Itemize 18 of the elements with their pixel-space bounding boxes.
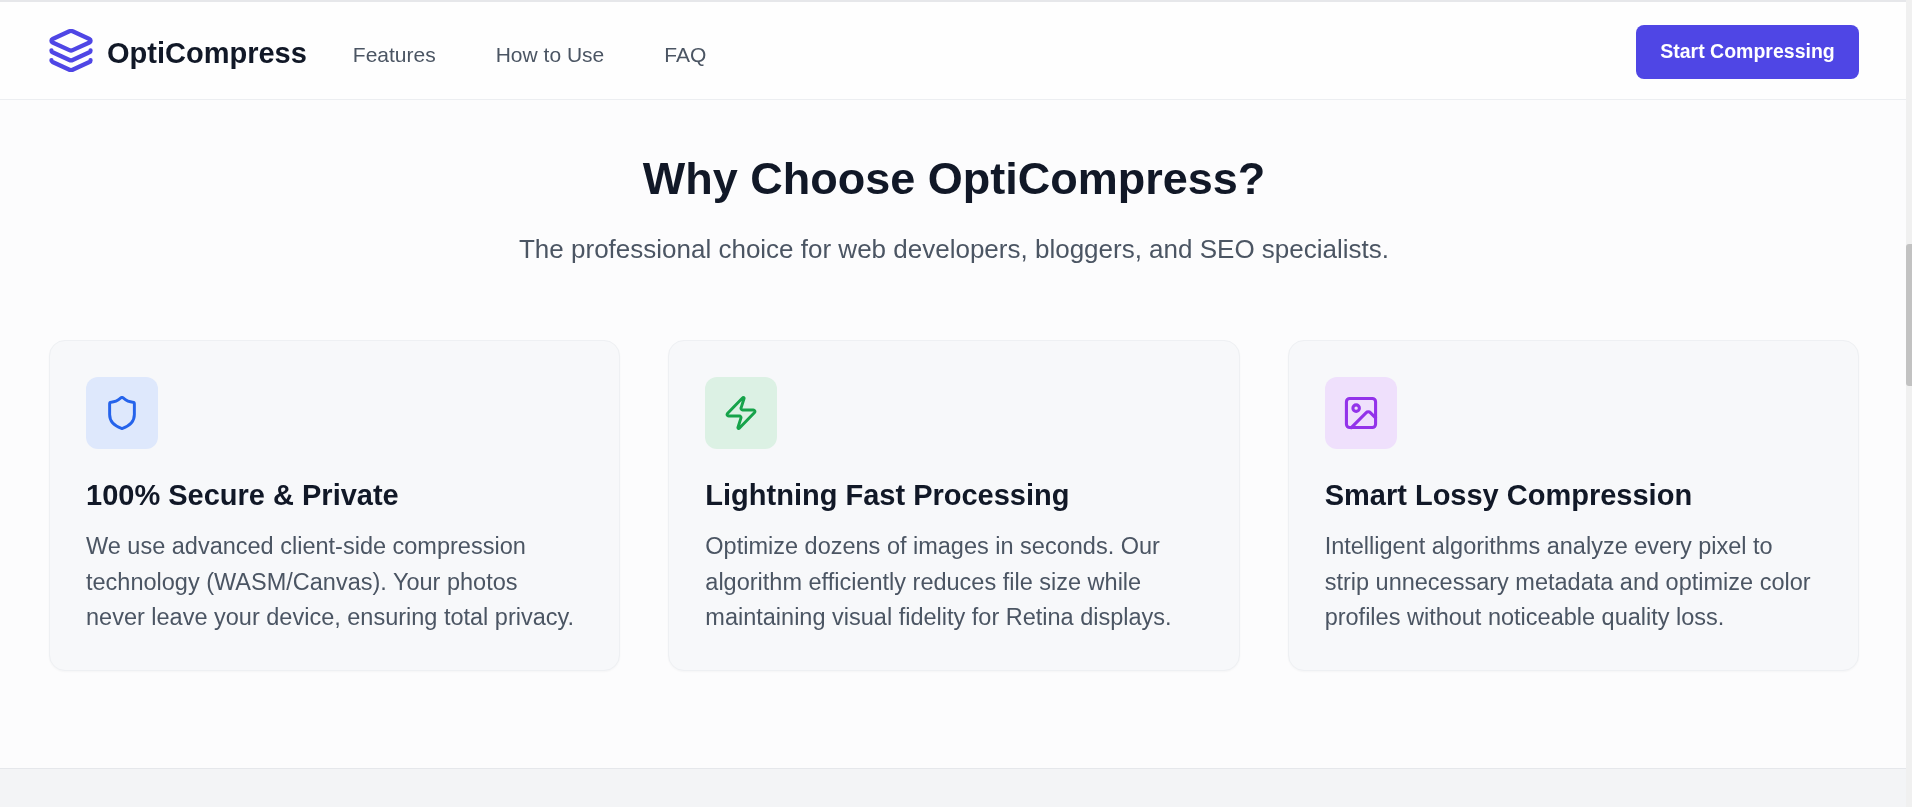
feature-description: Optimize dozens of images in seconds. Our algorithm efficiently reduces file size while maintaining visual fidelity for Retina displays. <box>705 532 1173 632</box>
section-title: Why Choose OptiCompress? <box>642 152 1266 205</box>
nav-link[interactable]: Features <box>352 42 436 67</box>
picture-icon <box>1324 377 1397 449</box>
cta-button[interactable]: Start Compressing <box>1636 24 1859 79</box>
shield-icon <box>86 377 158 449</box>
scrollbar-thumb[interactable] <box>1906 244 1912 386</box>
lightning-bolt-icon <box>705 377 778 449</box>
feature-title: 100% Secure & Private <box>86 478 400 513</box>
feature-description: We use advanced client-side compression technology (WASM/Canvas). Your photos never leave your device, ensuring total privacy. <box>86 532 576 632</box>
feature-description: Intelligent algorithms analyze every pixel to strip unnecessary metadata and optimize color profiles without noticeable quality loss. <box>1324 532 1812 632</box>
feature-title: Smart Lossy Compression <box>1324 478 1694 513</box>
nav-link[interactable]: How to Use <box>495 42 605 67</box>
brand-name[interactable]: OptiCompress <box>107 36 307 70</box>
section-subtitle: The professional choice for web developers, bloggers, and SEO specialists. <box>519 233 1389 266</box>
stacked-layers-icon[interactable] <box>49 29 93 72</box>
feature-title: Lightning Fast Processing <box>705 478 1071 513</box>
nav-link[interactable]: FAQ <box>664 42 707 67</box>
